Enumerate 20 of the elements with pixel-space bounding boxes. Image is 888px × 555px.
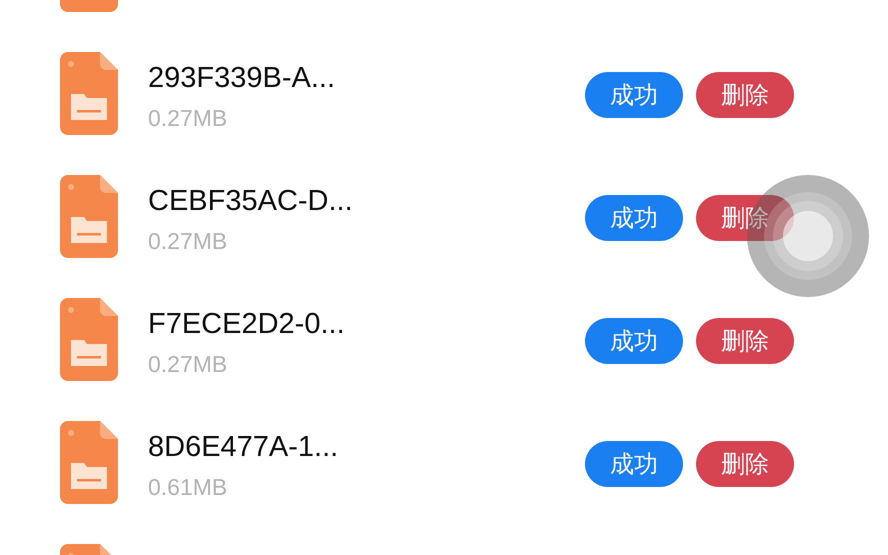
file-name: 8D6E477A-1... [148,430,340,465]
file-icon [60,52,118,135]
success-button[interactable]: 成功 [585,441,683,487]
file-name: F7ECE2D2-0... [148,307,346,342]
file-icon [60,298,118,381]
success-button[interactable]: 成功 [585,318,683,364]
delete-button[interactable]: 删除 [696,72,794,118]
file-size: 0.27MB [148,104,228,132]
file-icon [60,175,118,258]
delete-button[interactable]: 删除 [696,441,794,487]
file-name: CEBF35AC-D... [148,184,354,219]
delete-button[interactable]: 删除 [696,195,794,241]
file-size: 0.27MB [148,350,228,378]
delete-button[interactable]: 删除 [696,318,794,364]
file-icon [60,421,118,504]
file-size: 0.27MB [148,227,228,255]
file-size: 0.61MB [148,473,228,501]
success-button[interactable]: 成功 [585,195,683,241]
file-name: 293F339B-A... [148,61,336,96]
success-button[interactable]: 成功 [585,72,683,118]
